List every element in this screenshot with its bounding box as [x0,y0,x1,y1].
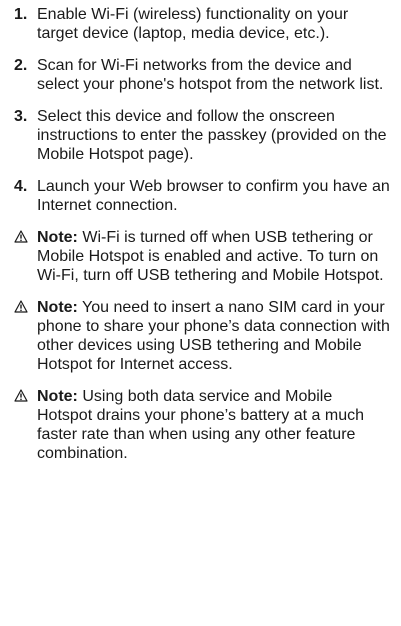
step-text: Scan for Wi-Fi networks from the device … [37,57,384,93]
note-text: Note: Wi-Fi is turned off when USB tethe… [37,228,391,285]
step-text: Enable Wi-Fi (wireless) functionality on… [37,6,349,42]
warning-triangle-icon [14,298,37,313]
step-number: 1. [14,6,28,23]
note-text: Note: You need to insert a nano SIM card… [37,298,391,374]
step-text: Launch your Web browser to confirm you h… [37,178,390,214]
step-number: 3. [14,108,28,125]
warning-triangle-icon [14,228,37,243]
step-number: 2. [14,57,28,74]
step-number: 4. [14,178,28,195]
note-item-1: Note: Wi-Fi is turned off when USB tethe… [14,228,391,285]
step-text: Select this device and follow the onscre… [37,108,387,163]
note-label: Note: [37,229,78,246]
note-item-3: Note: Using both data service and Mobile… [14,387,391,463]
note-label: Note: [37,388,78,405]
note-label: Note: [37,299,78,316]
note-body: You need to insert a nano SIM card in yo… [37,299,390,373]
step-item-4: 4. Launch your Web browser to confirm yo… [14,177,391,215]
note-text: Note: Using both data service and Mobile… [37,387,391,463]
note-item-2: Note: You need to insert a nano SIM card… [14,298,391,374]
warning-triangle-icon [14,387,37,402]
instruction-document: 1. Enable Wi-Fi (wireless) functionality… [0,0,401,463]
note-body: Wi-Fi is turned off when USB tethering o… [37,229,384,284]
step-item-1: 1. Enable Wi-Fi (wireless) functionality… [14,5,391,43]
note-body: Using both data service and Mobile Hotsp… [37,388,364,462]
step-item-2: 2. Scan for Wi-Fi networks from the devi… [14,56,391,94]
step-item-3: 3. Select this device and follow the ons… [14,107,391,164]
